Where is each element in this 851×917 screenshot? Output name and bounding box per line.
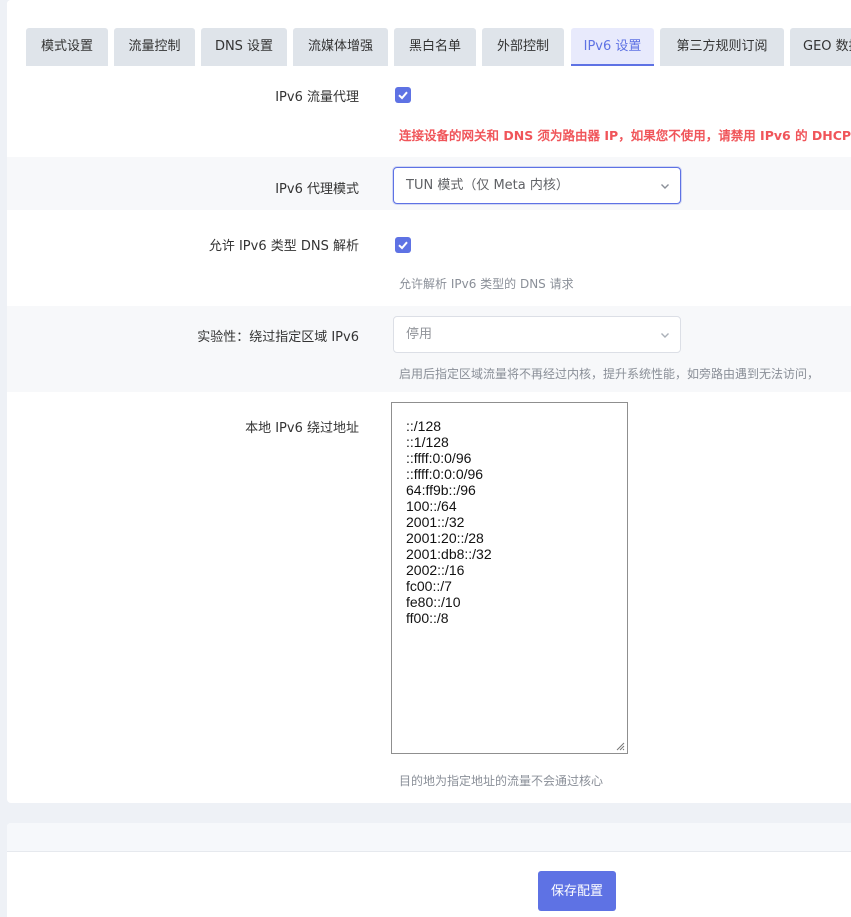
address-line: ::/128 — [406, 418, 442, 434]
chevron-down-icon — [661, 333, 669, 338]
address-line: 100::/64 — [406, 498, 457, 514]
tab-dns-settings[interactable]: DNS 设置 — [201, 28, 287, 66]
bypass-region-hint: 启用后指定区域流量将不再经过内核，提升系统性能，如旁路由遇到无法访问， — [399, 367, 820, 381]
check-icon — [398, 91, 408, 100]
row-ipv6-proxy: IPv6 流量代理 连接设备的网关和 DNS 须为路由器 IP，如果您不使用，请… — [7, 66, 851, 157]
ipv6-dns-label: 允许 IPv6 类型 DNS 解析 — [208, 239, 359, 254]
bypass-addresses-label: 本地 IPv6 绕过地址 — [245, 421, 359, 436]
ipv6-mode-value: TUN 模式（仅 Meta 内核） — [406, 178, 569, 193]
tab-external-control[interactable]: 外部控制 — [482, 28, 564, 66]
bypass-region-value: 停用 — [406, 327, 433, 342]
ipv6-proxy-label: IPv6 流量代理 — [275, 90, 359, 105]
address-line: 64:ff9b::/96 — [406, 482, 476, 498]
tab-mode-settings[interactable]: 模式设置 — [26, 28, 108, 66]
address-line: 2001::/32 — [406, 514, 465, 530]
address-line: 2001:20::/28 — [406, 530, 484, 546]
check-icon — [398, 241, 408, 250]
tab-ipv6-settings[interactable]: IPv6 设置 — [571, 28, 654, 66]
tab-bar: 模式设置 流量控制 DNS 设置 流媒体增强 黑白名单 外部控制 IPv6 设置… — [7, 0, 851, 66]
address-line: fe80::/10 — [406, 594, 461, 610]
tab-streaming[interactable]: 流媒体增强 — [293, 28, 388, 66]
address-line: ::ffff:0:0:0/96 — [406, 466, 484, 482]
tab-black-white-list[interactable]: 黑白名单 — [394, 28, 476, 66]
address-line: ff00::/8 — [406, 610, 449, 626]
row-ipv6-dns: 允许 IPv6 类型 DNS 解析 允许解析 IPv6 类型的 DNS 请求 — [7, 210, 851, 306]
row-bypass-region: 实验性：绕过指定区域 IPv6 停用 启用后指定区域流量将不再经过内核，提升系统… — [7, 306, 851, 392]
ipv6-mode-label: IPv6 代理模式 — [275, 182, 359, 197]
ipv6-proxy-checkbox[interactable] — [395, 87, 411, 103]
bypass-addresses-hint: 目的地为指定地址的流量不会通过核心 — [399, 774, 604, 788]
address-line: fc00::/7 — [406, 578, 452, 594]
address-line: ::ffff:0:0/96 — [406, 450, 472, 466]
address-line: 2002::/16 — [406, 562, 465, 578]
bypass-addresses-textarea[interactable]: ::/128 ::1/128 ::ffff:0:0/96 ::ffff:0:0:… — [391, 402, 628, 754]
ipv6-mode-select[interactable]: TUN 模式（仅 Meta 内核） — [393, 167, 681, 204]
bypass-region-label: 实验性：绕过指定区域 IPv6 — [197, 330, 359, 345]
action-bar: 保存配置 — [7, 823, 851, 917]
bypass-region-select[interactable]: 停用 — [393, 316, 681, 353]
address-line: 2001:db8::/32 — [406, 546, 492, 562]
chevron-down-icon — [661, 184, 669, 189]
row-ipv6-mode: IPv6 代理模式 TUN 模式（仅 Meta 内核） — [7, 157, 851, 210]
save-config-button[interactable]: 保存配置 — [538, 871, 616, 911]
resize-grip-icon[interactable] — [615, 741, 625, 751]
ipv6-dns-checkbox[interactable] — [395, 237, 411, 253]
tab-third-party-rules[interactable]: 第三方规则订阅 — [660, 28, 784, 66]
settings-panel: 模式设置 流量控制 DNS 设置 流媒体增强 黑白名单 外部控制 IPv6 设置… — [7, 0, 851, 803]
action-bar-header — [7, 823, 851, 852]
ipv6-dns-hint: 允许解析 IPv6 类型的 DNS 请求 — [399, 277, 574, 291]
tab-traffic-control[interactable]: 流量控制 — [114, 28, 195, 66]
address-line: ::1/128 — [406, 434, 449, 450]
tab-geo-data[interactable]: GEO 数据 — [790, 28, 851, 66]
ipv6-proxy-warning: 连接设备的网关和 DNS 须为路由器 IP，如果您不使用，请禁用 IPv6 的 … — [399, 128, 851, 143]
